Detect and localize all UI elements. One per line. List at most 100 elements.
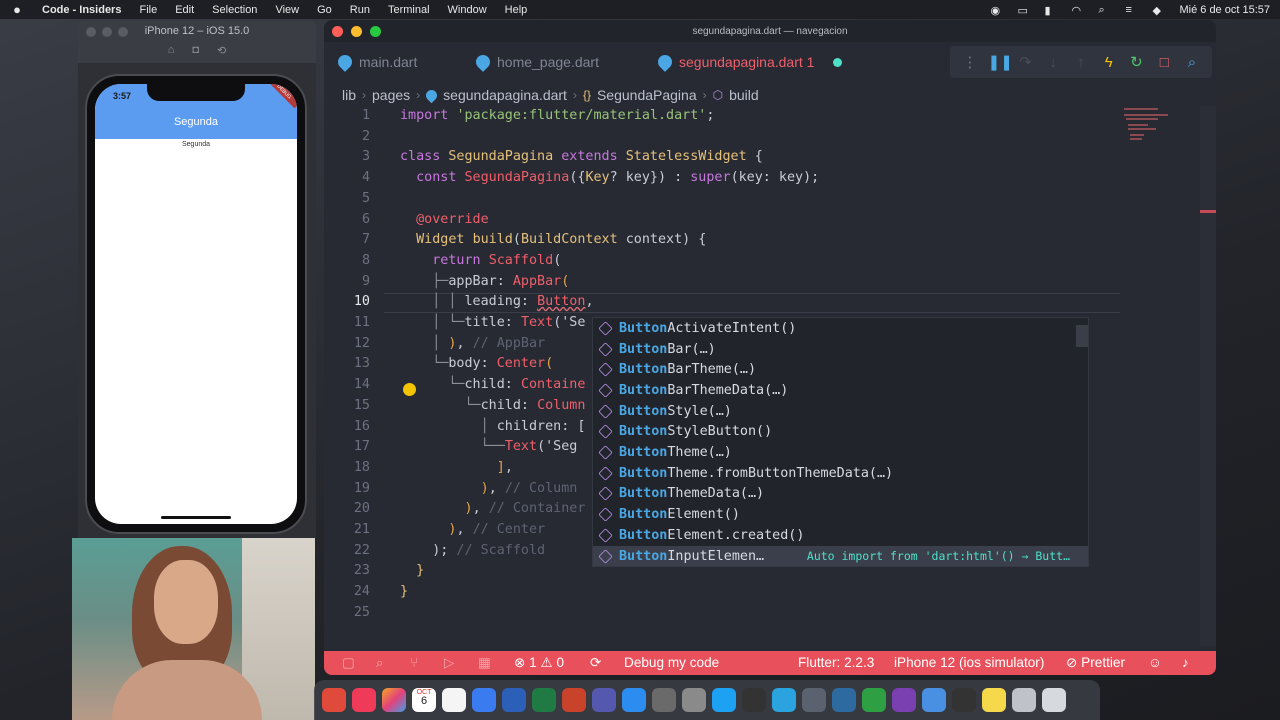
source-control-icon[interactable]: ⑂ xyxy=(410,655,418,670)
github-icon[interactable]: ◉ xyxy=(990,4,1003,17)
menu-terminal[interactable]: Terminal xyxy=(388,4,430,16)
unsaved-dot-icon[interactable] xyxy=(833,57,843,67)
calendar-icon[interactable]: OCT 6 xyxy=(412,688,436,712)
control-center-icon[interactable]: ≡ xyxy=(1125,4,1138,16)
remote-icon[interactable]: ▢ xyxy=(342,655,355,671)
breadcrumb-pages[interactable]: pages xyxy=(372,87,410,103)
menu-view[interactable]: View xyxy=(275,4,299,16)
device-selector[interactable]: iPhone 12 (ios simulator) xyxy=(894,655,1044,670)
menu-run[interactable]: Run xyxy=(350,4,370,16)
suggestion-item[interactable]: Button Style(…) xyxy=(593,401,1088,422)
step-into-icon[interactable]: ↓ xyxy=(1043,54,1063,71)
stickies-icon[interactable] xyxy=(982,688,1006,712)
suggestion-item[interactable]: Button ActivateIntent() xyxy=(593,318,1088,339)
wifi-icon[interactable]: ◠ xyxy=(1071,4,1084,17)
feedback-icon[interactable]: ☺ xyxy=(1148,655,1162,670)
notes-icon[interactable] xyxy=(442,688,466,712)
problems-indicator[interactable]: ⊗ 1 ⚠ 0 xyxy=(514,655,564,671)
extensions-icon[interactable]: ▦ xyxy=(478,655,491,671)
powerpoint-icon[interactable] xyxy=(562,688,586,712)
affinity-icon[interactable] xyxy=(742,688,766,712)
suggestion-item[interactable]: Button Element() xyxy=(593,504,1088,525)
screenshot-icon[interactable]: ◘ xyxy=(192,44,199,57)
vertical-scrollbar[interactable] xyxy=(1200,106,1216,646)
code-token: child: xyxy=(480,397,538,413)
menu-help[interactable]: Help xyxy=(505,4,528,16)
twitter-icon[interactable] xyxy=(712,688,736,712)
debug-icon[interactable]: ▷ xyxy=(444,655,454,671)
photos-icon[interactable] xyxy=(382,688,406,712)
suggestion-scrollbar[interactable] xyxy=(1076,325,1088,347)
suggestion-item[interactable]: Button Element.created() xyxy=(593,525,1088,546)
debug-launch-icon[interactable]: ⟳ xyxy=(590,655,601,671)
menu-file[interactable]: File xyxy=(139,4,157,16)
home-icon[interactable]: ⌂ xyxy=(168,44,175,57)
prettier-status[interactable]: ⊘ Prettier xyxy=(1066,655,1125,671)
suggestion-item[interactable]: Button Theme(…) xyxy=(593,442,1088,463)
breadcrumb-lib[interactable]: lib xyxy=(342,87,356,103)
system-preferences-icon[interactable] xyxy=(682,688,706,712)
drag-handle-icon[interactable]: ⋮ xyxy=(960,53,980,71)
onenote-icon[interactable] xyxy=(892,688,916,712)
simulator-icon[interactable] xyxy=(802,688,826,712)
downloads-icon[interactable] xyxy=(1012,688,1036,712)
teams-icon[interactable] xyxy=(592,688,616,712)
devtools-search-icon[interactable]: ⌕ xyxy=(1182,54,1202,71)
pause-icon[interactable]: ❚❚ xyxy=(988,53,1013,71)
menu-go[interactable]: Go xyxy=(317,4,332,16)
word-icon[interactable] xyxy=(502,688,526,712)
tab-main-dart[interactable]: main.dart xyxy=(335,42,417,82)
hot-reload-icon[interactable]: ϟ xyxy=(1099,54,1119,71)
chrome-icon[interactable] xyxy=(322,688,346,712)
breadcrumb-file[interactable]: segundapagina.dart xyxy=(443,87,567,103)
suggestion-item[interactable]: Button ThemeData(…) xyxy=(593,484,1088,505)
debug-config[interactable]: Debug my code xyxy=(624,655,719,670)
suggestion-item[interactable]: Button Bar(…) xyxy=(593,339,1088,360)
apple-menu-icon[interactable]: ● xyxy=(10,2,24,17)
obs-icon[interactable] xyxy=(952,688,976,712)
suggestion-item[interactable]: Button BarTheme(…) xyxy=(593,359,1088,380)
tab-segundapagina-dart[interactable]: segundapagina.dart 1 xyxy=(655,42,843,82)
code-token: ) xyxy=(480,480,489,496)
code-token: Key xyxy=(585,170,610,186)
suggestion-item[interactable]: Button InputElemen… Auto import from 'dart… xyxy=(593,545,1088,567)
app-menu[interactable]: Code - Insiders xyxy=(42,4,121,16)
tab-home-page-dart[interactable]: home_page.dart xyxy=(473,42,599,82)
suggestion-item[interactable]: Button StyleButton() xyxy=(593,422,1088,443)
step-out-icon[interactable]: ↑ xyxy=(1071,54,1091,71)
menu-selection[interactable]: Selection xyxy=(212,4,257,16)
texmaker-icon[interactable] xyxy=(652,688,676,712)
vscode-insiders-icon[interactable] xyxy=(862,688,886,712)
stop-icon[interactable]: □ xyxy=(1154,54,1174,71)
telegram-icon[interactable] xyxy=(772,688,796,712)
notifications-icon[interactable]: ♪ xyxy=(1182,655,1189,670)
finder-icon[interactable] xyxy=(922,688,946,712)
code-token: │ └─ xyxy=(400,315,465,330)
trash-icon[interactable] xyxy=(1042,688,1066,712)
clock[interactable]: Mié 6 de oct 15:57 xyxy=(1179,4,1270,16)
menu-edit[interactable]: Edit xyxy=(175,4,194,16)
flutter-version[interactable]: Flutter: 2.2.3 xyxy=(798,655,874,670)
xcode-icon[interactable] xyxy=(472,688,496,712)
excel-icon[interactable] xyxy=(532,688,556,712)
search-icon[interactable]: ⌕ xyxy=(376,655,384,671)
search-icon[interactable]: ⌕ xyxy=(1098,4,1111,16)
app-store-icon[interactable] xyxy=(622,688,646,712)
minimap[interactable] xyxy=(1122,106,1200,186)
suggestion-item[interactable]: Button Theme.fromButtonThemeData(…) xyxy=(593,463,1088,484)
restart-icon[interactable]: ↻ xyxy=(1126,53,1146,71)
menu-window[interactable]: Window xyxy=(448,4,487,16)
flutter-icon[interactable] xyxy=(832,688,856,712)
battery-icon[interactable]: ▮ xyxy=(1044,4,1057,17)
phone-screen[interactable]: 3:57 DEBUG Segunda Segunda xyxy=(95,84,297,524)
step-over-icon[interactable]: ↷ xyxy=(1015,53,1035,71)
music-icon[interactable] xyxy=(352,688,376,712)
suggestion-item[interactable]: Button BarThemeData(…) xyxy=(593,380,1088,401)
rotate-icon[interactable]: ⟲ xyxy=(217,44,226,57)
code-token: , xyxy=(488,480,505,496)
siri-icon[interactable]: ◆ xyxy=(1152,4,1165,17)
breadcrumb-class[interactable]: SegundaPagina xyxy=(597,87,697,103)
cast-icon[interactable]: ▭ xyxy=(1017,4,1030,17)
code-token: SegundaPagina xyxy=(464,170,570,186)
breadcrumb-method[interactable]: build xyxy=(729,87,759,103)
